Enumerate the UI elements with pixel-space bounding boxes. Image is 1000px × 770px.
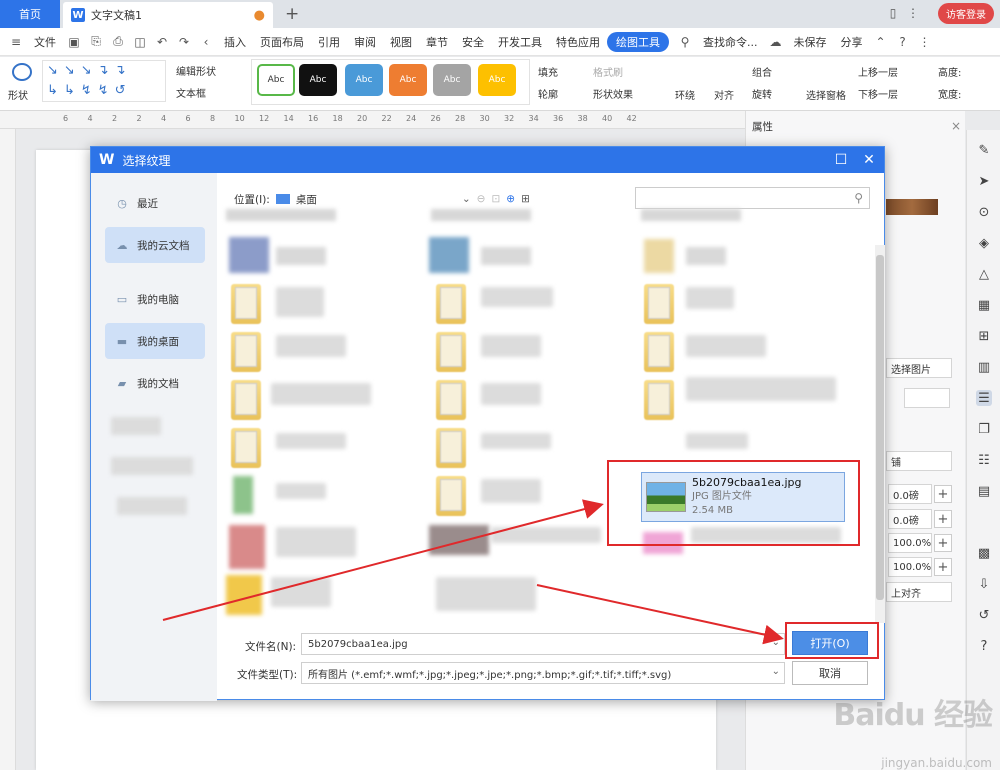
annotation-arrows [162,499,784,645]
baidu-watermark-url: jingyan.baidu.com [881,756,992,770]
arrow-to-open [536,584,784,645]
baidu-watermark: Baidu 经验 [833,698,993,733]
arrow-to-file [162,499,604,621]
